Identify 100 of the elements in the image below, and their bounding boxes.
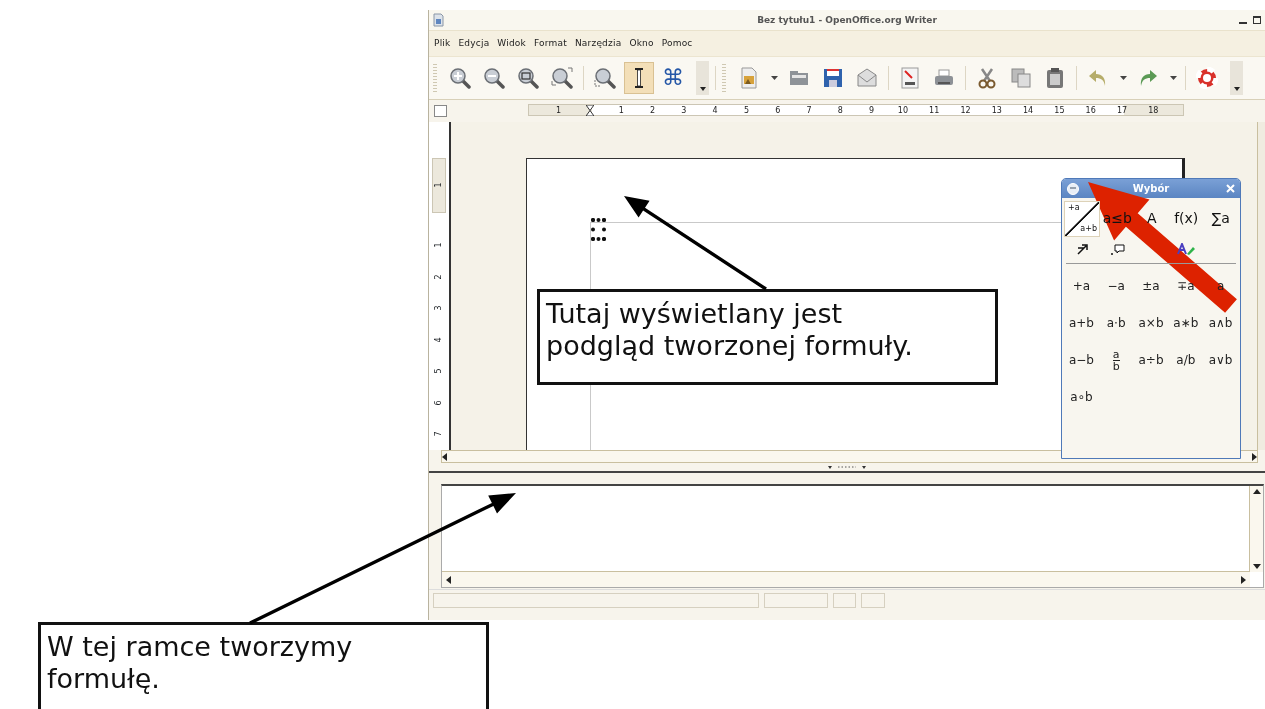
toolbar-overflow-button[interactable] — [696, 61, 709, 95]
symbol-button[interactable]: +a — [1072, 279, 1091, 294]
caret-icon — [1169, 76, 1177, 80]
scroll-left-icon[interactable] — [446, 575, 451, 584]
save-icon — [822, 67, 844, 89]
category-button[interactable] — [1075, 242, 1089, 256]
symbol-button[interactable]: a×b — [1138, 316, 1164, 331]
ruler-number: 16 — [1085, 106, 1096, 115]
zoom-icon — [594, 67, 616, 89]
ruler-number: 6 — [775, 106, 781, 115]
maximize-icon[interactable] — [1253, 16, 1261, 24]
formula-input-field[interactable] — [441, 484, 1264, 588]
symbol-button[interactable]: a b — [1112, 349, 1120, 372]
lifebuoy-icon — [1196, 67, 1218, 89]
zoom-out-icon — [483, 67, 505, 89]
symbol-button[interactable]: a∨b — [1208, 353, 1233, 368]
ruler-number: 17 — [1116, 106, 1128, 115]
ruler-number: 3 — [681, 106, 687, 115]
ruler-number: 3 — [435, 305, 443, 311]
category-button[interactable]: f(x) — [1173, 210, 1200, 228]
formula-object[interactable] — [591, 218, 606, 241]
symbol-button[interactable]: ∓a — [1177, 279, 1195, 294]
panel-title: Wybór — [1132, 183, 1170, 194]
ruler-number: 15 — [1054, 106, 1065, 115]
scrollbar[interactable] — [1257, 122, 1265, 450]
menu-icon[interactable] — [1067, 182, 1079, 195]
ruler-number: 9 — [869, 106, 875, 115]
zoom-in-icon — [449, 67, 471, 89]
zoom-icon — [551, 67, 573, 89]
category-button[interactable]: ∑a — [1210, 210, 1231, 228]
symbol-button[interactable]: a∧b — [1208, 316, 1233, 331]
comment-icon — [1109, 243, 1125, 255]
menu-item[interactable]: Format — [533, 35, 568, 52]
paste-icon — [1044, 67, 1066, 89]
menu-item[interactable]: Widok — [496, 35, 527, 52]
toolbar-button[interactable]: ⌘ — [658, 62, 688, 94]
ruler-number: 7 — [435, 431, 443, 437]
symbol-button[interactable]: a⋅b — [1106, 316, 1126, 331]
category-button[interactable] — [1108, 242, 1126, 256]
close-icon — [1226, 184, 1235, 193]
status-field — [861, 593, 885, 608]
toolbar-grip[interactable] — [722, 64, 726, 92]
pdf-icon — [899, 67, 921, 89]
caret-icon — [770, 76, 778, 80]
ruler-number: 11 — [929, 106, 940, 115]
document-icon — [433, 13, 444, 27]
margin-marker-icon[interactable] — [585, 105, 594, 116]
status-field — [764, 593, 828, 608]
category-button[interactable]: A — [1145, 210, 1158, 228]
ruler-number: 5 — [743, 106, 749, 115]
menu-item[interactable]: Plik — [433, 35, 452, 52]
symbol-button[interactable]: ±a — [1142, 279, 1160, 294]
scroll-down-icon[interactable] — [1252, 564, 1261, 569]
text-format-icon — [1177, 243, 1196, 255]
menu-item[interactable]: Narzędzia — [573, 35, 623, 52]
ruler-number: 4 — [712, 106, 718, 115]
toolbar-button[interactable] — [624, 62, 654, 94]
ruler-number: 1 — [435, 242, 443, 248]
ruler-number: 13 — [991, 106, 1002, 115]
ruler-number: 8 — [837, 106, 843, 115]
scrollbar[interactable] — [442, 571, 1250, 587]
scrollbar[interactable] — [1249, 486, 1263, 572]
ruler-number: 1 — [556, 106, 562, 115]
close-button[interactable] — [1226, 184, 1235, 193]
ruler-number: 10 — [897, 106, 908, 115]
menu-item[interactable]: Okno — [628, 35, 655, 52]
category-button[interactable]: +a a+b — [1064, 201, 1100, 237]
toolbar-grip[interactable] — [433, 64, 437, 92]
menu-item[interactable]: Pomoc — [660, 35, 694, 52]
status-field — [833, 593, 856, 608]
symbol-button[interactable]: a∗b — [1173, 316, 1199, 331]
ruler-number: 4 — [435, 337, 443, 343]
ruler-number: 18 — [1148, 106, 1159, 115]
ruler-number: 2 — [435, 274, 443, 280]
toolbar-overflow-button[interactable] — [1230, 61, 1243, 95]
symbol-button[interactable]: a+b — [1068, 316, 1094, 331]
scroll-up-icon[interactable] — [1252, 489, 1261, 494]
symbol-button[interactable]: −a — [1107, 279, 1125, 294]
ruler-number: 1 — [435, 182, 443, 188]
scroll-left-icon[interactable] — [442, 452, 447, 461]
symbol-button[interactable]: a÷b — [1138, 353, 1164, 368]
splitter-handle-icon[interactable] — [828, 464, 866, 470]
symbol-button[interactable]: a∘b — [1070, 390, 1093, 405]
document-icon — [738, 67, 760, 89]
category-button[interactable] — [1176, 242, 1197, 256]
symbol-button[interactable]: a−b — [1068, 353, 1094, 368]
ruler-number: 5 — [435, 368, 443, 374]
menu-item[interactable]: Edycja — [457, 35, 491, 52]
category-button[interactable]: a≤b — [1101, 210, 1133, 228]
callout-text: Tutaj wyświetlany jest podgląd tworzonej formuły. — [546, 298, 914, 363]
scroll-right-icon[interactable] — [1252, 452, 1257, 461]
tab-stop-button[interactable] — [434, 105, 447, 117]
caret-icon — [699, 87, 706, 91]
callout-text: W tej ramce tworzymy formułę. — [47, 631, 354, 696]
zoom-icon — [517, 67, 539, 89]
ruler-number: 6 — [435, 400, 443, 406]
scroll-right-icon[interactable] — [1241, 575, 1246, 584]
symbol-button[interactable]: a/b — [1176, 353, 1196, 368]
window-title: Bez tytułu1 - OpenOffice.org Writer — [757, 15, 937, 25]
scissors-icon — [976, 67, 998, 89]
